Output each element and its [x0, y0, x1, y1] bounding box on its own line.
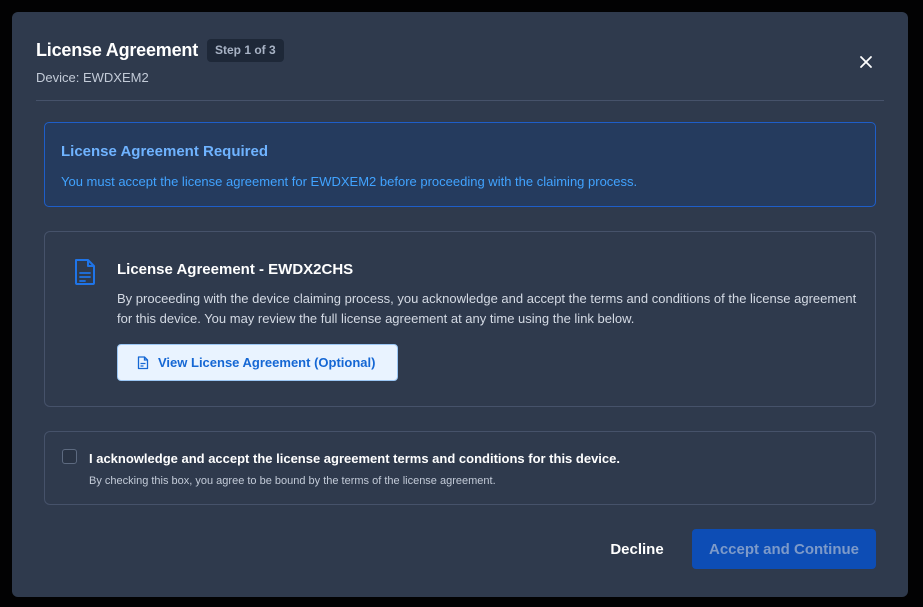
- license-card-title: License Agreement - EWDX2CHS: [117, 261, 354, 278]
- close-icon: [860, 56, 872, 68]
- document-small-icon: [137, 355, 149, 369]
- license-modal: License Agreement Step 1 of 3 Device: EW…: [12, 12, 908, 597]
- acknowledge-label[interactable]: I acknowledge and accept the license agr…: [89, 451, 620, 466]
- alert-message: You must accept the license agreement fo…: [61, 174, 638, 189]
- acknowledge-subtext: By checking this box, you agree to be bo…: [89, 475, 496, 487]
- license-card: License Agreement - EWDX2CHS By proceedi…: [44, 231, 876, 407]
- accept-continue-button[interactable]: Accept and Continue: [692, 529, 876, 569]
- view-license-button[interactable]: View License Agreement (Optional): [117, 344, 398, 381]
- close-button[interactable]: [856, 52, 876, 72]
- device-label: Device: EWDXEM2: [36, 70, 149, 85]
- modal-title: License Agreement: [36, 40, 198, 60]
- acknowledge-checkbox[interactable]: [62, 449, 77, 464]
- document-icon: [75, 259, 95, 285]
- license-card-body: By proceeding with the device claiming p…: [117, 291, 857, 326]
- step-badge: Step 1 of 3: [207, 39, 284, 62]
- decline-button[interactable]: Decline: [596, 529, 678, 569]
- view-license-label: View License Agreement (Optional): [158, 355, 376, 370]
- acknowledge-card: I acknowledge and accept the license agr…: [44, 431, 876, 505]
- license-required-alert: License Agreement Required You must acce…: [44, 122, 876, 207]
- modal-header: License Agreement Step 1 of 3 Device: EW…: [36, 12, 884, 101]
- alert-title: License Agreement Required: [61, 143, 269, 160]
